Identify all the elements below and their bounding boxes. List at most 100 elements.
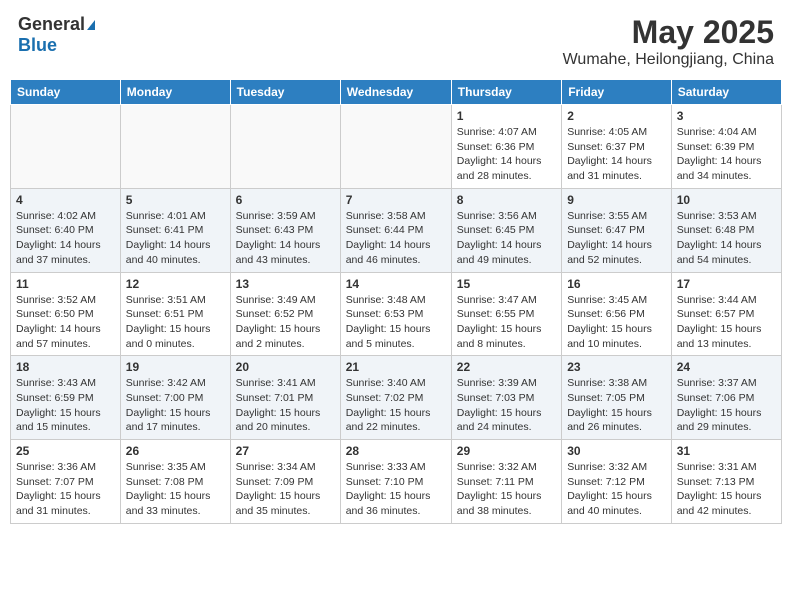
- day-info: Sunrise: 3:44 AMSunset: 6:57 PMDaylight:…: [677, 293, 776, 352]
- day-info: Sunrise: 3:40 AMSunset: 7:02 PMDaylight:…: [346, 376, 446, 435]
- page-header: General Blue May 2025 Wumahe, Heilongjia…: [10, 10, 782, 73]
- logo-general-text: General: [18, 14, 85, 35]
- calendar-day-cell: 24 Sunrise: 3:37 AMSunset: 7:06 PMDayligh…: [671, 356, 781, 440]
- calendar-day-cell: 2 Sunrise: 4:05 AMSunset: 6:37 PMDaylight…: [562, 105, 672, 189]
- day-number: 16: [567, 277, 666, 291]
- day-number: 15: [457, 277, 556, 291]
- calendar-header-row: Sunday Monday Tuesday Wednesday Thursday…: [11, 80, 782, 105]
- day-info: Sunrise: 3:58 AMSunset: 6:44 PMDaylight:…: [346, 209, 446, 268]
- day-number: 20: [236, 360, 335, 374]
- calendar-day-cell: 6 Sunrise: 3:59 AMSunset: 6:43 PMDaylight…: [230, 188, 340, 272]
- calendar-day-cell: 20 Sunrise: 3:41 AMSunset: 7:01 PMDayligh…: [230, 356, 340, 440]
- calendar-day-cell: 23Sunrise: 3:38 AMSunset: 7:05 PMDayligh…: [562, 356, 672, 440]
- calendar-week-row: 11 Sunrise: 3:52 AMSunset: 6:50 PMDayligh…: [11, 272, 782, 356]
- title-area: May 2025 Wumahe, Heilongjiang, China: [563, 14, 774, 69]
- calendar-day-cell: 22 Sunrise: 3:39 AMSunset: 7:03 PMDayligh…: [451, 356, 561, 440]
- day-number: 10: [677, 193, 776, 207]
- calendar-day-cell: [11, 105, 121, 189]
- calendar-day-cell: 14Sunrise: 3:48 AMSunset: 6:53 PMDayligh…: [340, 272, 451, 356]
- calendar-day-cell: [120, 105, 230, 189]
- calendar-day-cell: 5 Sunrise: 4:01 AMSunset: 6:41 PMDaylight…: [120, 188, 230, 272]
- day-info: Sunrise: 3:47 AMSunset: 6:55 PMDaylight:…: [457, 293, 556, 352]
- day-number: 23: [567, 360, 666, 374]
- day-number: 19: [126, 360, 225, 374]
- day-number: 24: [677, 360, 776, 374]
- calendar-day-cell: 9 Sunrise: 3:55 AMSunset: 6:47 PMDaylight…: [562, 188, 672, 272]
- day-info: Sunrise: 3:31 AMSunset: 7:13 PMDaylight:…: [677, 460, 776, 519]
- day-number: 25: [16, 444, 115, 458]
- day-info: Sunrise: 3:59 AMSunset: 6:43 PMDaylight:…: [236, 209, 335, 268]
- calendar-day-cell: 8Sunrise: 3:56 AMSunset: 6:45 PMDaylight…: [451, 188, 561, 272]
- calendar-day-cell: 17 Sunrise: 3:44 AMSunset: 6:57 PMDayligh…: [671, 272, 781, 356]
- calendar-day-cell: 3 Sunrise: 4:04 AMSunset: 6:39 PMDaylight…: [671, 105, 781, 189]
- col-friday: Friday: [562, 80, 672, 105]
- location-title: Wumahe, Heilongjiang, China: [563, 51, 774, 69]
- day-number: 21: [346, 360, 446, 374]
- day-info: Sunrise: 3:37 AMSunset: 7:06 PMDaylight:…: [677, 376, 776, 435]
- col-sunday: Sunday: [11, 80, 121, 105]
- day-info: Sunrise: 3:43 AMSunset: 6:59 PMDaylight:…: [16, 376, 115, 435]
- calendar-week-row: 1 Sunrise: 4:07 AMSunset: 6:36 PMDaylight…: [11, 105, 782, 189]
- calendar-table: Sunday Monday Tuesday Wednesday Thursday…: [10, 79, 782, 524]
- calendar-day-cell: 26 Sunrise: 3:35 AMSunset: 7:08 PMDayligh…: [120, 440, 230, 524]
- day-number: 14: [346, 277, 446, 291]
- calendar-day-cell: 25 Sunrise: 3:36 AMSunset: 7:07 PMDayligh…: [11, 440, 121, 524]
- day-number: 7: [346, 193, 446, 207]
- calendar-day-cell: 1 Sunrise: 4:07 AMSunset: 6:36 PMDaylight…: [451, 105, 561, 189]
- day-info: Sunrise: 3:32 AMSunset: 7:12 PMDaylight:…: [567, 460, 666, 519]
- calendar-day-cell: [230, 105, 340, 189]
- day-info: Sunrise: 3:39 AMSunset: 7:03 PMDaylight:…: [457, 376, 556, 435]
- calendar-day-cell: 13 Sunrise: 3:49 AMSunset: 6:52 PMDayligh…: [230, 272, 340, 356]
- day-number: 30: [567, 444, 666, 458]
- day-number: 8: [457, 193, 556, 207]
- day-number: 6: [236, 193, 335, 207]
- col-tuesday: Tuesday: [230, 80, 340, 105]
- calendar-day-cell: 16Sunrise: 3:45 AMSunset: 6:56 PMDayligh…: [562, 272, 672, 356]
- col-saturday: Saturday: [671, 80, 781, 105]
- day-number: 11: [16, 277, 115, 291]
- day-number: 4: [16, 193, 115, 207]
- calendar-day-cell: 28Sunrise: 3:33 AMSunset: 7:10 PMDayligh…: [340, 440, 451, 524]
- day-number: 1: [457, 109, 556, 123]
- day-number: 22: [457, 360, 556, 374]
- calendar-day-cell: [340, 105, 451, 189]
- day-info: Sunrise: 4:01 AMSunset: 6:41 PMDaylight:…: [126, 209, 225, 268]
- day-number: 26: [126, 444, 225, 458]
- day-number: 9: [567, 193, 666, 207]
- calendar-day-cell: 27Sunrise: 3:34 AMSunset: 7:09 PMDayligh…: [230, 440, 340, 524]
- calendar-day-cell: 19Sunrise: 3:42 AMSunset: 7:00 PMDayligh…: [120, 356, 230, 440]
- col-wednesday: Wednesday: [340, 80, 451, 105]
- calendar-week-row: 25 Sunrise: 3:36 AMSunset: 7:07 PMDayligh…: [11, 440, 782, 524]
- calendar-week-row: 4 Sunrise: 4:02 AMSunset: 6:40 PMDaylight…: [11, 188, 782, 272]
- day-info: Sunrise: 4:05 AMSunset: 6:37 PMDaylight:…: [567, 125, 666, 184]
- day-info: Sunrise: 3:36 AMSunset: 7:07 PMDaylight:…: [16, 460, 115, 519]
- day-number: 3: [677, 109, 776, 123]
- calendar-day-cell: 11 Sunrise: 3:52 AMSunset: 6:50 PMDayligh…: [11, 272, 121, 356]
- day-info: Sunrise: 4:04 AMSunset: 6:39 PMDaylight:…: [677, 125, 776, 184]
- calendar-day-cell: 31 Sunrise: 3:31 AMSunset: 7:13 PMDayligh…: [671, 440, 781, 524]
- day-number: 31: [677, 444, 776, 458]
- day-info: Sunrise: 4:02 AMSunset: 6:40 PMDaylight:…: [16, 209, 115, 268]
- calendar-day-cell: 10Sunrise: 3:53 AMSunset: 6:48 PMDayligh…: [671, 188, 781, 272]
- col-monday: Monday: [120, 80, 230, 105]
- day-number: 5: [126, 193, 225, 207]
- day-info: Sunrise: 3:49 AMSunset: 6:52 PMDaylight:…: [236, 293, 335, 352]
- day-number: 2: [567, 109, 666, 123]
- day-number: 17: [677, 277, 776, 291]
- day-info: Sunrise: 3:35 AMSunset: 7:08 PMDaylight:…: [126, 460, 225, 519]
- day-info: Sunrise: 4:07 AMSunset: 6:36 PMDaylight:…: [457, 125, 556, 184]
- day-number: 18: [16, 360, 115, 374]
- calendar-day-cell: 7 Sunrise: 3:58 AMSunset: 6:44 PMDaylight…: [340, 188, 451, 272]
- day-info: Sunrise: 3:52 AMSunset: 6:50 PMDaylight:…: [16, 293, 115, 352]
- day-number: 13: [236, 277, 335, 291]
- logo: General Blue: [18, 14, 95, 56]
- calendar-day-cell: 12Sunrise: 3:51 AMSunset: 6:51 PMDayligh…: [120, 272, 230, 356]
- day-number: 28: [346, 444, 446, 458]
- day-number: 12: [126, 277, 225, 291]
- day-info: Sunrise: 3:55 AMSunset: 6:47 PMDaylight:…: [567, 209, 666, 268]
- day-info: Sunrise: 3:34 AMSunset: 7:09 PMDaylight:…: [236, 460, 335, 519]
- day-info: Sunrise: 3:41 AMSunset: 7:01 PMDaylight:…: [236, 376, 335, 435]
- logo-triangle-icon: [87, 20, 95, 30]
- calendar-day-cell: 29Sunrise: 3:32 AMSunset: 7:11 PMDayligh…: [451, 440, 561, 524]
- month-title: May 2025: [563, 14, 774, 51]
